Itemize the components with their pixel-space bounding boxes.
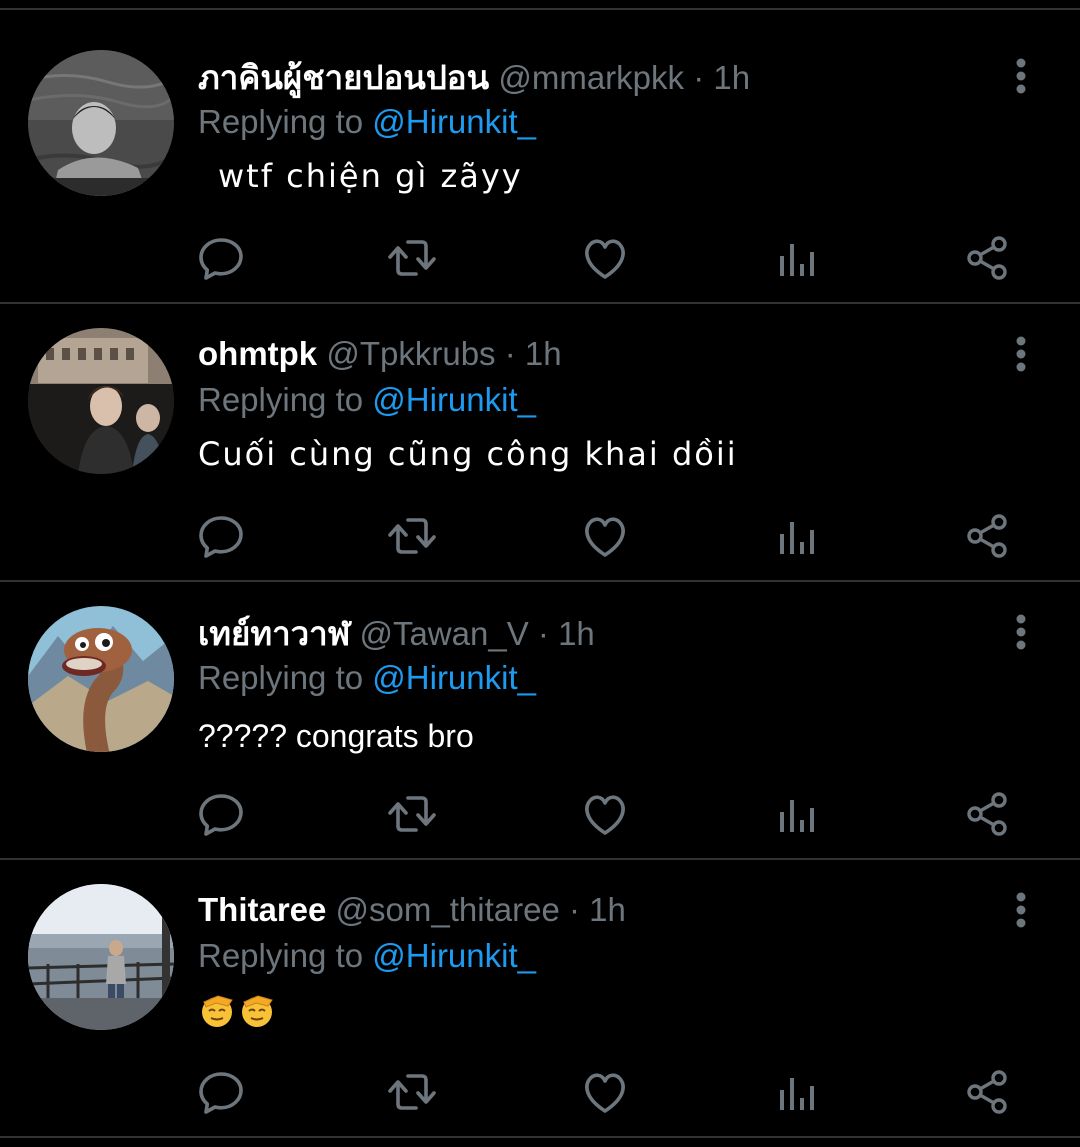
share-button[interactable]: [959, 1062, 1019, 1122]
separator-dot: ·: [504, 335, 516, 372]
retweet-icon: [388, 796, 436, 832]
tweet-header: ohmtpk @Tpkkrubs · 1h: [198, 332, 562, 376]
tweet-text: [198, 990, 278, 1038]
reply-tweet[interactable]: Thitaree @som_thitaree · 1h Replying to …: [0, 860, 1080, 1138]
reply-tweet[interactable]: ohmtpk @Tpkkrubs · 1h Replying to @Hirun…: [0, 304, 1080, 582]
display-name[interactable]: เทย์ทาวาฬ: [198, 615, 350, 652]
reply-button[interactable]: [191, 228, 251, 288]
retweet-button[interactable]: [382, 1062, 442, 1122]
replying-to-prefix: Replying to: [198, 937, 364, 974]
reply-button[interactable]: [191, 506, 251, 566]
user-handle[interactable]: @Tawan_V: [359, 615, 528, 652]
retweet-button[interactable]: [382, 506, 442, 566]
like-button[interactable]: [575, 228, 635, 288]
display-name[interactable]: Thitaree: [198, 891, 326, 928]
analytics-button[interactable]: [767, 228, 827, 288]
replying-to-prefix: Replying to: [198, 659, 364, 696]
reply-tweet[interactable]: เทย์ทาวาฬ @Tawan_V · 1h Replying to @Hir…: [0, 582, 1080, 860]
share-button[interactable]: [959, 506, 1019, 566]
reply-button[interactable]: [191, 784, 251, 844]
share-button[interactable]: [959, 784, 1019, 844]
analytics-icon: [780, 522, 814, 554]
like-icon: [585, 795, 625, 835]
like-icon: [585, 1073, 625, 1113]
retweet-icon: [388, 1074, 436, 1110]
replying-to-prefix: Replying to: [198, 381, 364, 418]
tweet-text: wtf chiện gì zãyy: [218, 157, 523, 195]
replying-to-link[interactable]: @Hirunkit_: [372, 937, 536, 974]
like-button[interactable]: [575, 1062, 635, 1122]
analytics-icon: [780, 244, 814, 276]
replying-to-link[interactable]: @Hirunkit_: [372, 381, 536, 418]
reply-icon: [199, 516, 243, 558]
user-handle[interactable]: @som_thitaree: [336, 891, 560, 928]
avatar[interactable]: [28, 606, 174, 752]
avatar[interactable]: [28, 884, 174, 1030]
share-icon: [967, 236, 1007, 280]
reply-tweet[interactable]: ภาคินผู้ชายปอนปอน @mmarkpkk · 1h Replyin…: [0, 26, 1080, 304]
more-options-button[interactable]: [1006, 56, 1036, 100]
avatar[interactable]: [28, 328, 174, 474]
retweet-icon: [388, 240, 436, 276]
retweet-button[interactable]: [382, 228, 442, 288]
more-vertical-icon: [1016, 336, 1026, 372]
user-handle[interactable]: @mmarkpkk: [498, 59, 684, 96]
share-button[interactable]: [959, 228, 1019, 288]
more-vertical-icon: [1016, 614, 1026, 650]
separator-dot: ·: [537, 615, 549, 652]
like-icon: [585, 517, 625, 557]
analytics-icon: [780, 800, 814, 832]
timestamp[interactable]: 1h: [525, 335, 562, 372]
timestamp[interactable]: 1h: [589, 891, 626, 928]
reply-icon: [199, 1072, 243, 1114]
replying-to-line: Replying to @Hirunkit_: [198, 656, 536, 700]
more-options-button[interactable]: [1006, 612, 1036, 656]
analytics-icon: [780, 1078, 814, 1110]
more-options-button[interactable]: [1006, 334, 1036, 378]
share-icon: [967, 792, 1007, 836]
like-button[interactable]: [575, 506, 635, 566]
replying-to-link[interactable]: @Hirunkit_: [372, 659, 536, 696]
replying-to-line: Replying to @Hirunkit_: [198, 934, 536, 978]
more-vertical-icon: [1016, 892, 1026, 928]
user-handle[interactable]: @Tpkkrubs: [326, 335, 495, 372]
reply-icon: [199, 794, 243, 836]
replying-to-prefix: Replying to: [198, 103, 364, 140]
retweet-icon: [388, 518, 436, 554]
tweet-header: เทย์ทาวาฬ @Tawan_V · 1h: [198, 612, 595, 656]
replying-to-link[interactable]: @Hirunkit_: [372, 103, 536, 140]
display-name[interactable]: ภาคินผู้ชายปอนปอน: [198, 59, 489, 96]
share-icon: [967, 514, 1007, 558]
reply-button[interactable]: [191, 1062, 251, 1122]
saluting-face-emoji: [238, 990, 278, 1043]
like-button[interactable]: [575, 784, 635, 844]
analytics-button[interactable]: [767, 784, 827, 844]
reply-icon: [199, 238, 243, 280]
share-icon: [967, 1070, 1007, 1114]
more-vertical-icon: [1016, 58, 1026, 94]
tweet-header: ภาคินผู้ชายปอนปอน @mmarkpkk · 1h: [198, 56, 750, 100]
replying-to-line: Replying to @Hirunkit_: [198, 100, 536, 144]
retweet-button[interactable]: [382, 784, 442, 844]
saluting-face-emoji: [198, 990, 238, 1043]
like-icon: [585, 239, 625, 279]
analytics-button[interactable]: [767, 1062, 827, 1122]
replying-to-line: Replying to @Hirunkit_: [198, 378, 536, 422]
tweet-header: Thitaree @som_thitaree · 1h: [198, 888, 626, 932]
timestamp[interactable]: 1h: [713, 59, 750, 96]
timestamp[interactable]: 1h: [558, 615, 595, 652]
more-options-button[interactable]: [1006, 890, 1036, 934]
avatar[interactable]: [28, 50, 174, 196]
separator-dot: ·: [693, 59, 705, 96]
display-name[interactable]: ohmtpk: [198, 335, 317, 372]
top-divider: [0, 0, 1080, 10]
tweet-text: ????? congrats bro: [198, 718, 474, 754]
tweet-text: Cuối cùng cũng công khai dồii: [198, 435, 738, 473]
separator-dot: ·: [568, 891, 580, 928]
analytics-button[interactable]: [767, 506, 827, 566]
